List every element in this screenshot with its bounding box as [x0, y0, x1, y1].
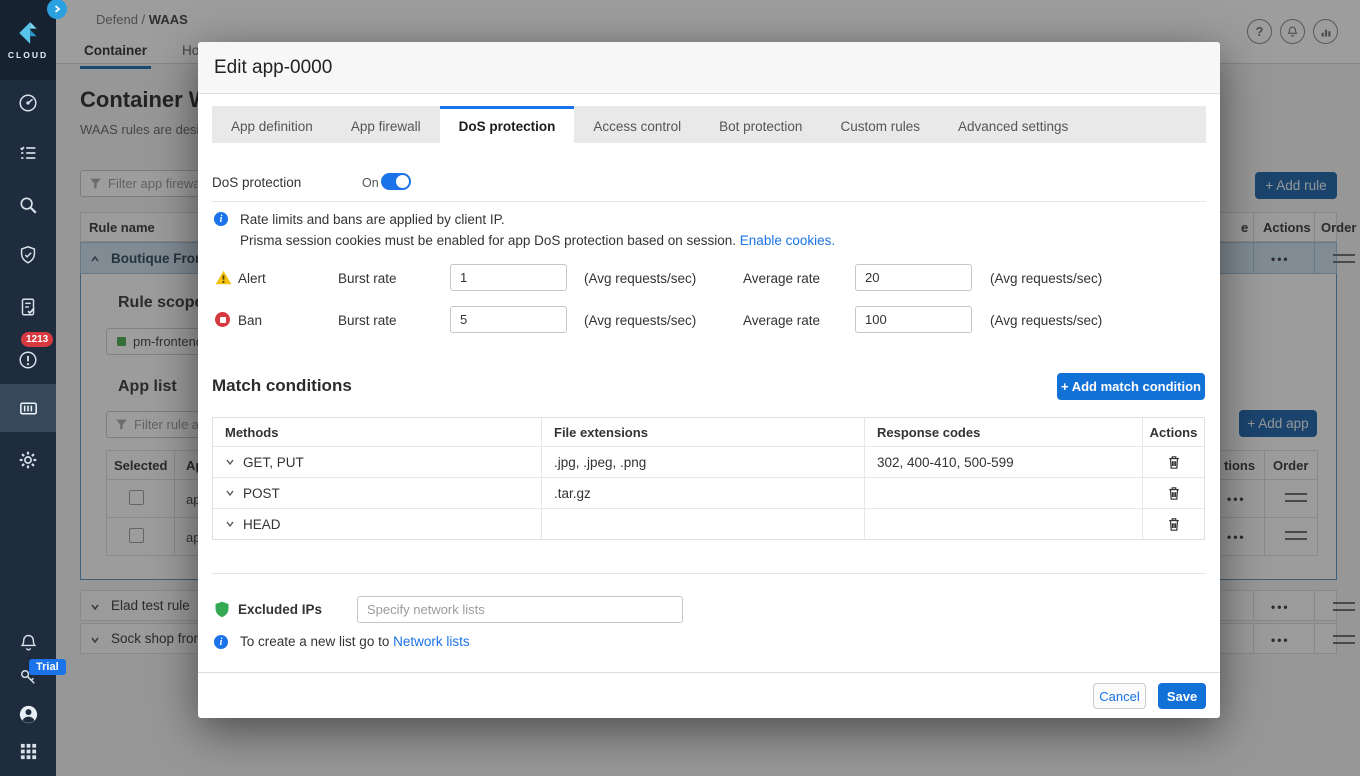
shield-check-icon: [17, 244, 39, 266]
delete-trash-icon[interactable]: [1167, 455, 1181, 470]
ban-burst-rate-input[interactable]: [450, 306, 567, 333]
sidebar-item-compliance[interactable]: [0, 233, 56, 277]
excluded-ips-input[interactable]: [357, 596, 683, 623]
alert-row-label: Alert: [238, 271, 266, 286]
save-button[interactable]: Save: [1158, 683, 1206, 709]
tab-app-definition[interactable]: App definition: [212, 106, 332, 143]
modal-footer: Cancel Save: [198, 672, 1220, 718]
radar-dashboard-icon: [17, 92, 39, 114]
chevron-right-icon: [52, 4, 62, 14]
tab-access-control[interactable]: Access control: [574, 106, 700, 143]
sidebar-item-apps-grid[interactable]: [0, 729, 56, 773]
methods-value: HEAD: [243, 517, 281, 532]
alerts-count-badge: 1213: [21, 332, 53, 347]
sidebar-item-settings[interactable]: [0, 438, 56, 482]
sidebar-item-policies[interactable]: [0, 131, 56, 175]
excluded-ips-label: Excluded IPs: [238, 602, 322, 617]
info-icon: i: [214, 635, 228, 649]
user-icon: [17, 703, 40, 726]
tab-dos-protection[interactable]: DoS protection: [440, 106, 575, 143]
add-match-condition-button[interactable]: + Add match condition: [1057, 373, 1205, 400]
extensions-value: .jpg, .jpeg, .png: [554, 455, 646, 470]
chevron-down-icon[interactable]: [225, 457, 235, 467]
actions-header: Actions: [1142, 418, 1204, 446]
info-icon: i: [214, 212, 228, 226]
sidebar-expand-button[interactable]: [47, 0, 67, 19]
ban-average-rate-input[interactable]: [855, 306, 972, 333]
file-extensions-header: File extensions: [541, 418, 864, 446]
average-rate-label: Average rate: [743, 313, 820, 328]
gear-icon: [17, 449, 39, 471]
apps-grid-icon: [19, 742, 38, 761]
burst-unit-label: (Avg requests/sec): [584, 313, 696, 328]
extensions-value: .tar.gz: [554, 486, 591, 501]
info-line-1: Rate limits and bans are applied by clie…: [240, 212, 505, 227]
trial-badge: Trial: [29, 659, 66, 675]
average-unit-label: (Avg requests/sec): [990, 313, 1102, 328]
ban-icon: [215, 312, 230, 327]
modal-header: Edit app-0000: [198, 42, 1220, 94]
ban-row-label: Ban: [238, 313, 262, 328]
match-row: HEAD: [213, 508, 1204, 539]
network-lists-link[interactable]: Network lists: [393, 634, 470, 649]
match-conditions-table: Methods File extensions Response codes A…: [212, 417, 1205, 540]
response-codes-header: Response codes: [864, 418, 1142, 446]
modal-tabs: App definition App firewall DoS protecti…: [212, 106, 1206, 143]
chevron-down-icon[interactable]: [225, 488, 235, 498]
edit-app-modal: Edit app-0000 App definition App firewal…: [198, 42, 1220, 718]
sidebar-item-dashboard[interactable]: [0, 81, 56, 125]
burst-rate-label: Burst rate: [338, 313, 397, 328]
dos-protection-toggle[interactable]: [381, 173, 411, 190]
checklist-icon: [17, 142, 39, 164]
shield-icon: [214, 601, 230, 618]
tab-app-firewall[interactable]: App firewall: [332, 106, 440, 143]
tab-bot-protection[interactable]: Bot protection: [700, 106, 821, 143]
delete-trash-icon[interactable]: [1167, 517, 1181, 532]
alert-average-rate-input[interactable]: [855, 264, 972, 291]
tab-custom-rules[interactable]: Custom rules: [821, 106, 939, 143]
alert-circle-icon: [17, 349, 39, 371]
methods-value: GET, PUT: [243, 455, 304, 470]
sidebar-item-reports[interactable]: [0, 285, 56, 329]
delete-trash-icon[interactable]: [1167, 486, 1181, 501]
chevron-down-icon[interactable]: [225, 519, 235, 529]
match-conditions-heading: Match conditions: [212, 376, 352, 396]
codes-value: 302, 400-410, 500-599: [877, 455, 1014, 470]
average-unit-label: (Avg requests/sec): [990, 271, 1102, 286]
methods-header: Methods: [213, 425, 541, 440]
average-rate-label: Average rate: [743, 271, 820, 286]
container-icon: [17, 397, 40, 420]
dos-protection-label: DoS protection: [212, 175, 301, 190]
burst-rate-label: Burst rate: [338, 271, 397, 286]
info-line-2: Prisma session cookies must be enabled f…: [240, 233, 835, 248]
document-check-icon: [17, 296, 39, 318]
match-table-header: Methods File extensions Response codes A…: [213, 418, 1204, 446]
bell-icon: [18, 632, 39, 653]
sidebar-item-search[interactable]: [0, 183, 56, 227]
network-lists-info: To create a new list go to Network lists: [240, 634, 470, 649]
search-icon: [17, 194, 39, 216]
cancel-button[interactable]: Cancel: [1093, 683, 1146, 709]
methods-value: POST: [243, 486, 280, 501]
tab-advanced-settings[interactable]: Advanced settings: [939, 106, 1087, 143]
match-row: GET, PUT .jpg, .jpeg, .png 302, 400-410,…: [213, 446, 1204, 477]
match-row: POST .tar.gz: [213, 477, 1204, 508]
burst-unit-label: (Avg requests/sec): [584, 271, 696, 286]
toggle-state-label: On: [362, 176, 379, 190]
sidebar-item-compute[interactable]: [0, 384, 56, 432]
modal-title: Edit app-0000: [214, 57, 332, 79]
enable-cookies-link[interactable]: Enable cookies.: [740, 233, 835, 248]
app-root: Defend / WAAS ? Container Host Container…: [0, 0, 1360, 776]
warning-icon: [215, 270, 232, 285]
alert-burst-rate-input[interactable]: [450, 264, 567, 291]
prisma-logo-icon: [15, 20, 41, 46]
